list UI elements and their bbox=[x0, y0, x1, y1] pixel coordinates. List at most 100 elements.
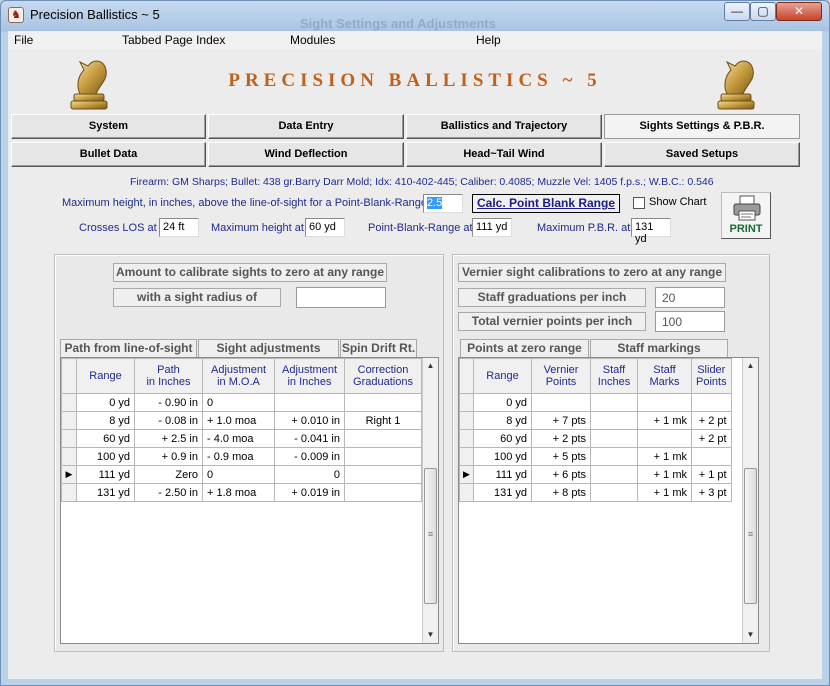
menu-tabbed-page-index[interactable]: Tabbed Page Index bbox=[122, 33, 225, 47]
table-cell[interactable]: + 2 pts bbox=[531, 429, 591, 448]
table-cell[interactable]: 131 yd bbox=[76, 483, 135, 502]
table-cell[interactable]: + 1 mk bbox=[637, 465, 692, 484]
table-cell[interactable] bbox=[590, 465, 638, 484]
scroll-thumb[interactable]: ≡ bbox=[424, 468, 437, 604]
table-cell[interactable]: - 0.08 in bbox=[134, 411, 203, 430]
max-pbr-field[interactable]: 131 yd bbox=[631, 218, 671, 245]
column-header-range[interactable]: Range bbox=[473, 358, 532, 394]
table-cell[interactable]: + 1 mk bbox=[637, 411, 692, 430]
column-header-adj-moa[interactable]: Adjustment in M.O.A bbox=[202, 358, 275, 394]
column-header-staff-inches[interactable]: Staff Inches bbox=[590, 358, 638, 394]
scroll-down-arrow-icon[interactable]: ▼ bbox=[743, 627, 758, 643]
table-cell[interactable]: + 1 mk bbox=[637, 483, 692, 502]
scroll-up-arrow-icon[interactable]: ▲ bbox=[743, 358, 758, 374]
table-cell[interactable]: + 1.8 moa bbox=[202, 483, 275, 502]
row-indicator[interactable]: ▶ bbox=[459, 465, 474, 484]
table-cell[interactable] bbox=[531, 393, 591, 412]
row-indicator[interactable] bbox=[459, 393, 474, 412]
table-cell[interactable]: + 0.010 in bbox=[274, 411, 345, 430]
show-chart-checkbox[interactable] bbox=[633, 197, 645, 209]
table-cell[interactable] bbox=[274, 393, 345, 412]
table-cell[interactable] bbox=[590, 411, 638, 430]
max-height-at-field[interactable]: 60 yd bbox=[305, 218, 345, 237]
table-cell[interactable]: 0 bbox=[202, 465, 275, 484]
row-indicator[interactable] bbox=[459, 411, 474, 430]
table-cell[interactable]: 8 yd bbox=[473, 411, 532, 430]
table-row[interactable]: ▶ 111 yd + 6 pts + 1 mk + 1 pt bbox=[459, 465, 732, 484]
table-cell[interactable]: + 2 pt bbox=[691, 411, 732, 430]
sight-radius-input[interactable] bbox=[296, 287, 386, 308]
column-header-adj-inches[interactable]: Adjustment in Inches bbox=[274, 358, 345, 394]
table-row[interactable]: 8 yd - 0.08 in + 1.0 moa + 0.010 in Right 1 bbox=[61, 411, 422, 430]
table-cell[interactable]: Right 1 bbox=[344, 411, 422, 430]
row-indicator[interactable] bbox=[459, 447, 474, 466]
table-cell[interactable]: + 2 pt bbox=[691, 429, 732, 448]
table-cell[interactable]: + 1 mk bbox=[637, 447, 692, 466]
table-cell[interactable]: - 0.041 in bbox=[274, 429, 345, 448]
table-cell[interactable]: + 1 pt bbox=[691, 465, 732, 484]
vertical-scrollbar[interactable]: ▲ ≡ ▼ bbox=[422, 358, 438, 643]
vernier-grid[interactable]: Range Vernier Points Staff Inches Staff … bbox=[458, 357, 759, 644]
row-indicator[interactable] bbox=[61, 483, 77, 502]
table-cell[interactable] bbox=[344, 447, 422, 466]
table-row[interactable]: 0 yd - 0.90 in 0 bbox=[61, 393, 422, 412]
tab-bullet-data[interactable]: Bullet Data bbox=[11, 142, 206, 167]
table-row[interactable]: 60 yd + 2 pts + 2 pt bbox=[459, 429, 732, 448]
row-indicator[interactable] bbox=[459, 483, 474, 502]
column-header-slider-points[interactable]: Slider Points bbox=[691, 358, 732, 394]
table-row[interactable]: 131 yd - 2.50 in + 1.8 moa + 0.019 in bbox=[61, 483, 422, 502]
calc-point-blank-range-button[interactable]: Calc. Point Blank Range bbox=[472, 194, 620, 213]
table-cell[interactable] bbox=[691, 447, 732, 466]
column-header-staff-marks[interactable]: Staff Marks bbox=[637, 358, 692, 394]
table-row[interactable]: 0 yd bbox=[459, 393, 732, 412]
table-cell[interactable]: - 2.50 in bbox=[134, 483, 203, 502]
table-cell[interactable]: 100 yd bbox=[76, 447, 135, 466]
table-cell[interactable]: + 2.5 in bbox=[134, 429, 203, 448]
table-cell[interactable]: + 3 pt bbox=[691, 483, 732, 502]
table-cell[interactable] bbox=[344, 483, 422, 502]
table-cell[interactable]: 60 yd bbox=[473, 429, 532, 448]
table-cell[interactable]: + 6 pts bbox=[531, 465, 591, 484]
column-header-path[interactable]: Path in Inches bbox=[134, 358, 203, 394]
row-indicator[interactable] bbox=[459, 429, 474, 448]
sight-adjustments-grid[interactable]: Range Path in Inches Adjustment in M.O.A… bbox=[60, 357, 439, 644]
table-cell[interactable]: Zero bbox=[134, 465, 203, 484]
table-cell[interactable]: + 8 pts bbox=[531, 483, 591, 502]
table-cell[interactable]: 111 yd bbox=[76, 465, 135, 484]
column-header-vernier-points[interactable]: Vernier Points bbox=[531, 358, 591, 394]
row-indicator[interactable] bbox=[61, 447, 77, 466]
table-cell[interactable] bbox=[344, 465, 422, 484]
table-cell[interactable] bbox=[590, 483, 638, 502]
table-cell[interactable]: + 5 pts bbox=[531, 447, 591, 466]
table-cell[interactable]: 111 yd bbox=[473, 465, 532, 484]
scroll-down-arrow-icon[interactable]: ▼ bbox=[423, 627, 438, 643]
menu-help[interactable]: Help bbox=[476, 33, 501, 47]
staff-graduations-input[interactable]: 20 bbox=[655, 287, 725, 308]
table-cell[interactable]: - 0.9 moa bbox=[202, 447, 275, 466]
scroll-up-arrow-icon[interactable]: ▲ bbox=[423, 358, 438, 374]
tab-ballistics-trajectory[interactable]: Ballistics and Trajectory bbox=[406, 114, 602, 139]
row-indicator[interactable] bbox=[61, 393, 77, 412]
close-button[interactable]: ✕ bbox=[776, 2, 822, 21]
table-cell[interactable]: + 7 pts bbox=[531, 411, 591, 430]
table-row[interactable]: 60 yd + 2.5 in - 4.0 moa - 0.041 in bbox=[61, 429, 422, 448]
table-cell[interactable]: 0 bbox=[202, 393, 275, 412]
tab-head-tail-wind[interactable]: Head~Tail Wind bbox=[406, 142, 602, 167]
row-indicator[interactable] bbox=[61, 429, 77, 448]
table-row[interactable]: ▶ 111 yd Zero 0 0 bbox=[61, 465, 422, 484]
table-cell[interactable] bbox=[637, 429, 692, 448]
table-cell[interactable]: 0 yd bbox=[76, 393, 135, 412]
menu-file[interactable]: File bbox=[14, 33, 33, 47]
table-row[interactable]: 100 yd + 5 pts + 1 mk bbox=[459, 447, 732, 466]
maximize-button[interactable]: ▢ bbox=[750, 2, 776, 21]
vernier-points-input[interactable]: 100 bbox=[655, 311, 725, 332]
table-cell[interactable] bbox=[691, 393, 732, 412]
scroll-thumb[interactable]: ≡ bbox=[744, 468, 757, 604]
table-cell[interactable]: + 0.019 in bbox=[274, 483, 345, 502]
table-cell[interactable]: - 0.90 in bbox=[134, 393, 203, 412]
table-cell[interactable]: + 0.9 in bbox=[134, 447, 203, 466]
table-row[interactable]: 100 yd + 0.9 in - 0.9 moa - 0.009 in bbox=[61, 447, 422, 466]
table-cell[interactable]: - 4.0 moa bbox=[202, 429, 275, 448]
table-cell[interactable]: + 1.0 moa bbox=[202, 411, 275, 430]
table-cell[interactable] bbox=[344, 393, 422, 412]
